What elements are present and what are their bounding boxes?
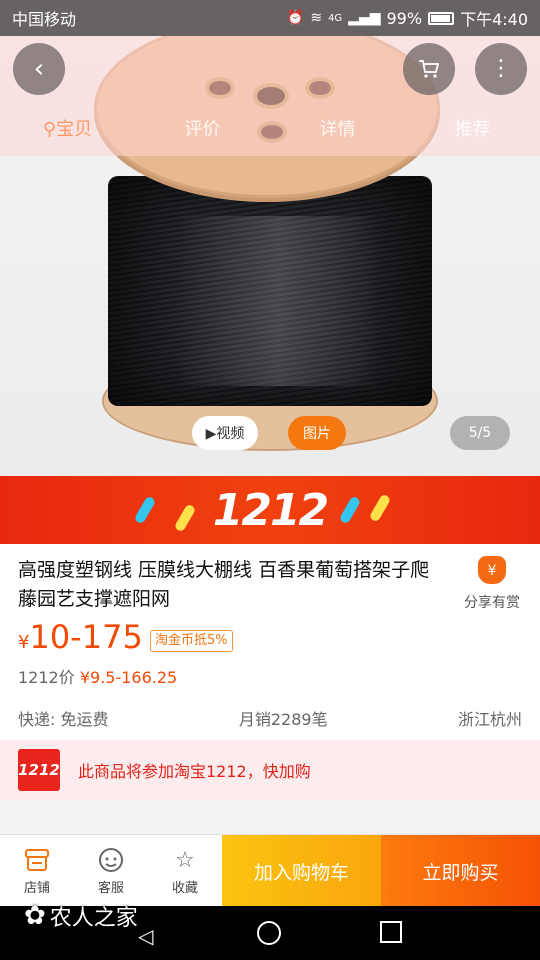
favorite-label: 收藏 [171,881,198,896]
nav-back-icon[interactable]: ◁ [138,924,153,948]
store-label: 店铺 [23,881,50,896]
tab-item[interactable]: ⚲宝贝 [0,112,135,148]
location-pin-icon: ⚲ [42,119,57,140]
coin-discount-badge: 淘金币抵5% [150,630,233,652]
store-icon [22,845,52,875]
status-bar: 中国移动 ⏰ ≋ 4G ▂▄▆ 99% 下午4:40 [0,0,540,36]
monthly-sales: 月销2289笔 [238,710,328,729]
event-price-value: ¥9.5-166.25 [79,668,178,687]
product-title: 高强度塑钢线 压膜线大棚线 百香果葡萄搭架子爬藤园艺支撑遮阳网 [18,559,430,610]
alarm-icon: ⏰ [286,10,305,26]
section-divider [0,800,540,834]
more-button[interactable]: ⋮ [475,43,527,95]
cart-button[interactable] [403,43,455,95]
tab-details[interactable]: 详情 [270,112,405,148]
more-vertical-icon: ⋮ [490,56,512,81]
price-range: 10-175 [29,618,143,656]
tab-label: 宝贝 [56,119,93,140]
watermark: ✿ 农人之家 [24,900,138,932]
wifi-icon: ≋ [310,10,323,26]
service-label: 客服 [97,881,124,896]
chat-face-icon [96,845,126,875]
carrier-label: 中国移动 [12,10,77,29]
event-notice[interactable]: 1212 此商品将参加淘宝1212，快加购 [0,740,540,800]
shipping-info-row: 快递: 免运费 月销2289笔 浙江杭州 [18,706,522,730]
photo-button[interactable]: 图片 [288,416,346,450]
shipping-fee: 快递: 免运费 [18,710,109,729]
battery-percent: 99% [386,8,423,28]
event-price-label: 1212价 [18,668,75,687]
share-button[interactable]: ¥ 分享有赏 [456,556,528,612]
ship-location: 浙江杭州 [457,710,522,729]
product-price: ¥ 10-175 [18,618,143,656]
signal-bars-icon: ▂▄▆ [348,10,381,26]
promo-banner[interactable]: 1212 [0,476,540,544]
battery-icon [428,11,455,25]
currency-symbol: ¥ [18,632,30,653]
watermark-logo-icon: ✿ [24,901,46,931]
cart-icon [419,60,440,78]
nav-recents-icon[interactable] [380,921,402,943]
clock: 下午4:40 [460,10,528,29]
nav-home-icon[interactable] [257,921,281,945]
star-icon: ☆ [175,847,195,873]
signal-icon: 4G [328,12,343,24]
back-button[interactable]: ‹ [13,43,65,95]
store-button[interactable]: 店铺 [0,835,74,906]
tab-recommend[interactable]: 推荐 [405,112,540,148]
event-notice-text: 此商品将参加淘宝1212，快加购 [78,762,311,781]
tab-label: 评价 [184,119,221,140]
section-tabs: ⚲宝贝 评价 详情 推荐 [0,112,540,148]
image-page-indicator: 5/5 [450,416,510,450]
customer-service-button[interactable]: 客服 [74,835,148,906]
buy-now-button[interactable]: 立即购买 [381,835,540,907]
bottom-action-bar: 店铺 客服 ☆ 收藏 加入购物车 立即购买 [0,834,540,907]
banner-logo: 1212 [212,484,329,536]
chevron-left-icon: ‹ [33,54,45,84]
tab-label: 推荐 [454,119,491,140]
tab-reviews[interactable]: 评价 [135,112,270,148]
watermark-text: 农人之家 [49,906,138,931]
share-label: 分享有赏 [464,595,520,611]
video-button[interactable]: ▶视频 [192,416,258,450]
event-price: 1212价 ¥9.5-166.25 [18,664,177,688]
add-to-cart-button[interactable]: 加入购物车 [222,835,381,907]
tab-label: 详情 [319,119,356,140]
money-bag-icon: ¥ [478,556,506,584]
event-logo: 1212 [18,749,60,791]
favorite-button[interactable]: ☆ 收藏 [148,835,222,906]
